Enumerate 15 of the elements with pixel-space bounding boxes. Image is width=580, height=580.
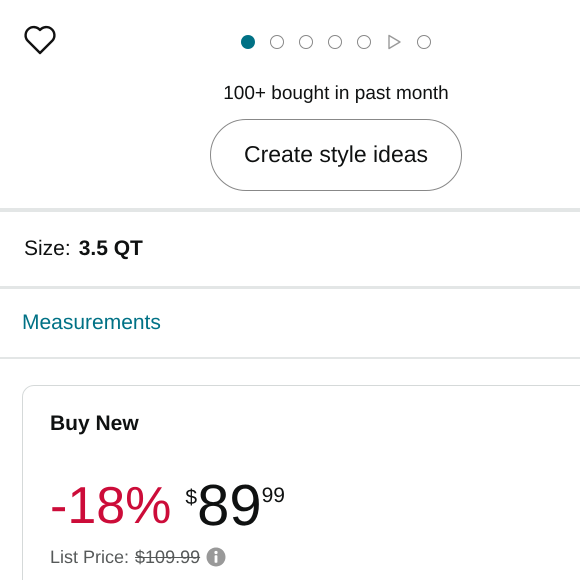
create-style-ideas-button[interactable]: Create style ideas [210,118,462,190]
heart-icon[interactable] [24,25,56,55]
price-currency: $ [185,484,198,510]
price-fraction: 99 [262,482,285,508]
size-label: Size: [24,236,71,262]
measurements-link[interactable]: Measurements [22,307,161,339]
list-price-value: $109.99 [135,546,200,568]
size-value: 3.5 QT [78,236,143,262]
price-whole: 89 [197,476,262,536]
info-icon[interactable] [206,547,226,567]
play-icon[interactable] [386,34,402,50]
bought-count-text: 100+ bought in past month [223,82,449,106]
buy-new-title: Buy New [50,411,140,437]
discount-percent: -18% [50,476,172,536]
list-price-label: List Price: [50,546,130,568]
